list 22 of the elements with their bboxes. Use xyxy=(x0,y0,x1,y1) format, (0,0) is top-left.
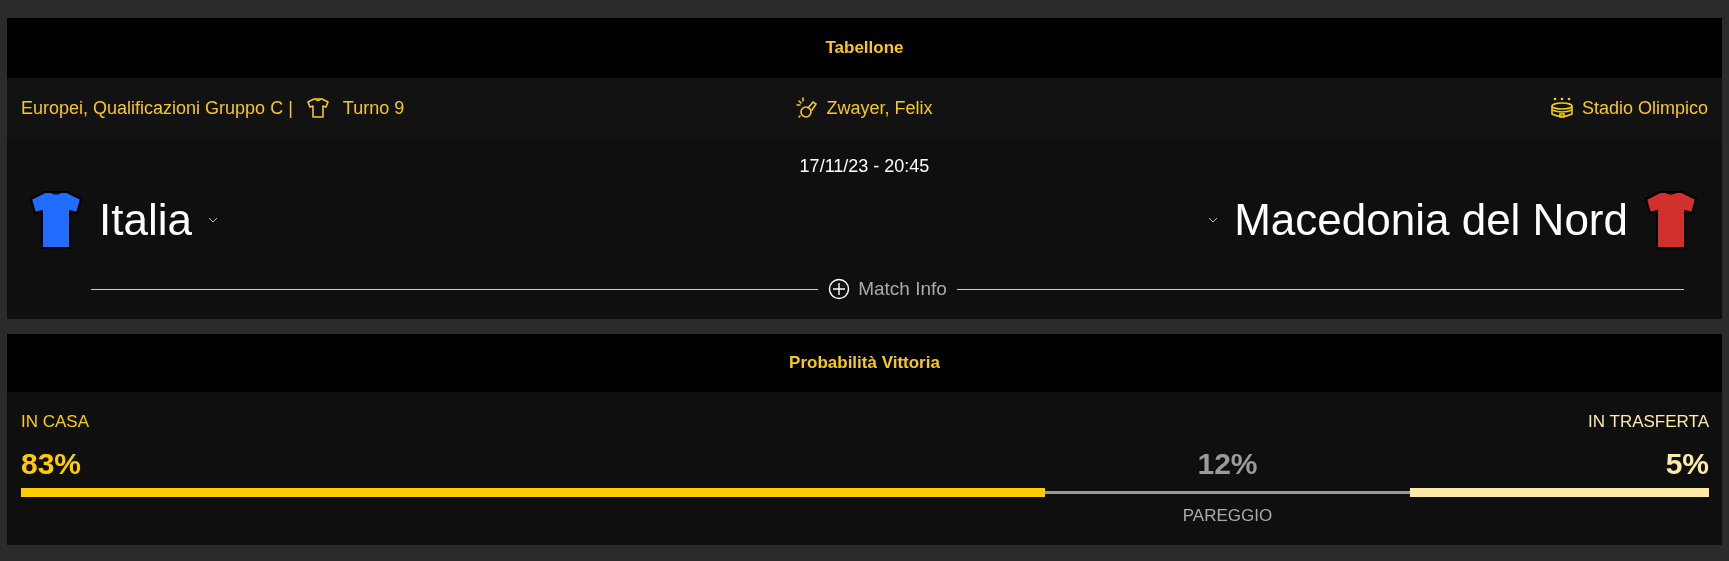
outcome-label: IN TRASFERTA xyxy=(1588,412,1709,432)
competition-text: Europei, Qualificazioni Gruppo C | xyxy=(21,97,293,119)
probability-value: 83% xyxy=(21,446,82,481)
probability-value: 5% xyxy=(1665,446,1709,481)
referee-name: Zwayer, Felix xyxy=(826,97,933,119)
outcome-label: PAREGGIO xyxy=(1182,506,1273,526)
panel-title: Probabilità Vittoria xyxy=(789,353,940,373)
team-name[interactable]: Italia xyxy=(99,195,192,245)
chevron-down-icon[interactable] xyxy=(1208,217,1219,223)
panel-title: Tabellone xyxy=(825,38,904,58)
shirt-icon xyxy=(306,97,329,119)
stadium-icon xyxy=(1549,97,1574,119)
round-text: Turno 9 xyxy=(342,97,405,119)
whistle-icon xyxy=(796,97,819,119)
chevron-down-icon[interactable] xyxy=(207,217,218,223)
venue-name: Stadio Olimpico xyxy=(1581,97,1708,119)
match-datetime: 17/11/23 - 20:45 xyxy=(799,156,930,176)
probability-value: 12% xyxy=(1197,446,1258,481)
team-name[interactable]: Macedonia del Nord xyxy=(1234,195,1628,245)
plus-circle-icon xyxy=(828,278,851,300)
outcome-label: IN CASA xyxy=(21,412,90,432)
match-info-button[interactable]: Match Info xyxy=(828,278,947,300)
